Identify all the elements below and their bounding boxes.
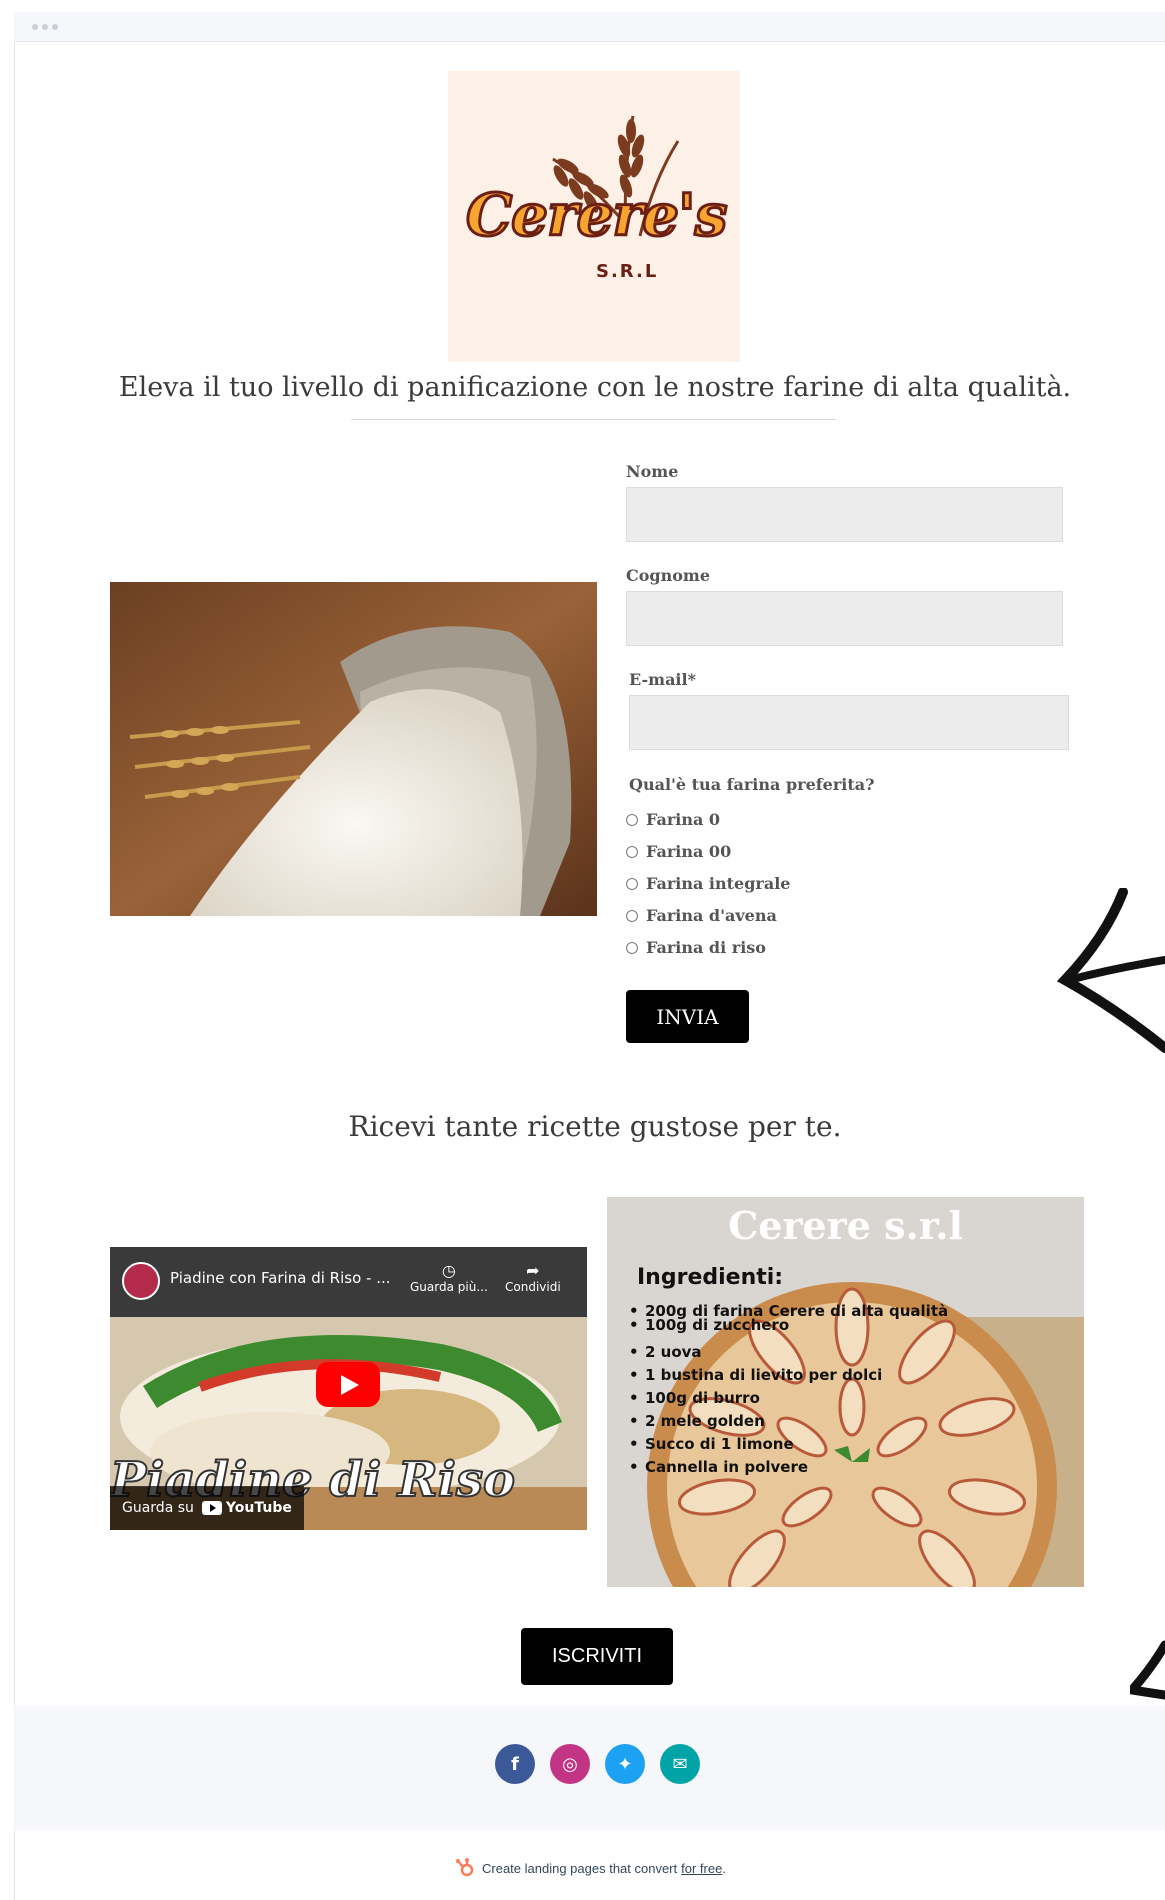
youtube-logo: YouTube (201, 1500, 292, 1516)
first-name-input[interactable] (626, 487, 1063, 542)
youtube-icon (201, 1501, 222, 1515)
logo-brand-text: Cerere's (465, 180, 729, 251)
browser-chrome (14, 12, 1165, 42)
ingredients-heading: Ingredienti: (637, 1265, 784, 1290)
flour-sack-image (110, 582, 597, 916)
flour-option-label: Farina 0 (646, 810, 721, 829)
flour-question-label: Qual'è tua farina preferita? (629, 775, 875, 794)
flour-option-label: Farina integrale (646, 874, 791, 893)
radio-icon[interactable] (626, 877, 638, 890)
arrow-icon (1130, 1640, 1165, 1700)
headline-divider (351, 419, 836, 420)
ingredients-list: 200g di farina Cerere di alta qualità 10… (629, 1304, 948, 1480)
list-item: Succo di 1 limone (629, 1433, 948, 1456)
first-name-label: Nome (626, 462, 679, 481)
hubspot-icon (456, 1858, 474, 1877)
last-name-label: Cognome (626, 566, 711, 585)
watch-on-youtube-button[interactable]: Guarda su YouTube (110, 1486, 304, 1530)
last-name-input[interactable] (626, 591, 1063, 646)
radio-icon[interactable] (626, 909, 638, 922)
arrow-icon (1056, 888, 1165, 1053)
facebook-icon[interactable]: f (495, 1744, 535, 1784)
window-dots-icon (32, 24, 58, 30)
list-item: 2 mele golden (629, 1410, 948, 1433)
play-button[interactable] (316, 1362, 380, 1407)
clock-icon: ◷ (441, 1261, 456, 1280)
email-input[interactable] (629, 695, 1069, 750)
twitter-icon[interactable]: ✦ (605, 1744, 645, 1784)
subscribe-button[interactable]: ISCRIVITI (521, 1628, 673, 1685)
email-label: E-mail* (629, 670, 696, 689)
video-title[interactable]: Piadine con Farina di Riso - ... (170, 1269, 391, 1287)
play-icon (341, 1375, 359, 1395)
watch-later-button[interactable]: ◷ Guarda più... (410, 1261, 488, 1294)
list-item: Cannella in polvere (629, 1456, 948, 1479)
hubspot-credit: Create landing pages that convert for fr… (454, 1857, 726, 1879)
flour-option-riso[interactable]: Farina di riso (626, 938, 766, 957)
radio-icon[interactable] (626, 813, 638, 826)
hubspot-text: Create landing pages that convert (482, 1860, 678, 1876)
share-icon: ➦ (526, 1261, 540, 1280)
share-button[interactable]: ➦ Condividi (505, 1261, 561, 1294)
flour-option-integrale[interactable]: Farina integrale (626, 874, 790, 893)
social-links: f ◎ ✦ ✉ (495, 1744, 700, 1784)
email-icon[interactable]: ✉ (660, 1744, 700, 1784)
list-item: 1 bustina di lievito per dolci (629, 1364, 948, 1387)
radio-icon[interactable] (626, 941, 638, 954)
recipe-card: Cerere s.r.l Ingredienti: 200g di farina… (607, 1197, 1084, 1587)
flour-option-0[interactable]: Farina 0 (626, 810, 720, 829)
logo-suffix-text: S.R.L (596, 261, 659, 282)
instagram-icon[interactable]: ◎ (550, 1744, 590, 1784)
flour-option-label: Farina d'avena (646, 906, 777, 925)
flour-option-label: Farina di riso (646, 938, 766, 957)
page-headline: Eleva il tuo livello di panificazione co… (118, 372, 1072, 403)
section-subheadline: Ricevi tante ricette gustose per te. (348, 1110, 842, 1143)
list-item: 2 uova (629, 1341, 948, 1364)
recipe-brand-title: Cerere s.r.l (728, 1203, 963, 1248)
list-item: 100g di burro (629, 1387, 948, 1410)
channel-avatar[interactable] (122, 1262, 160, 1300)
hubspot-free-link[interactable]: for free (681, 1861, 722, 1876)
list-item: 100g di zucchero (629, 1318, 948, 1333)
brand-logo: Cerere's S.R.L (448, 71, 740, 362)
flour-option-avena[interactable]: Farina d'avena (626, 906, 777, 925)
submit-button[interactable]: INVIA (626, 990, 749, 1043)
flour-option-label: Farina 00 (646, 842, 732, 861)
radio-icon[interactable] (626, 845, 638, 858)
youtube-video-embed[interactable]: Piadine con Farina di Riso - ... ◷ Guarda… (110, 1247, 587, 1530)
flour-option-00[interactable]: Farina 00 (626, 842, 731, 861)
